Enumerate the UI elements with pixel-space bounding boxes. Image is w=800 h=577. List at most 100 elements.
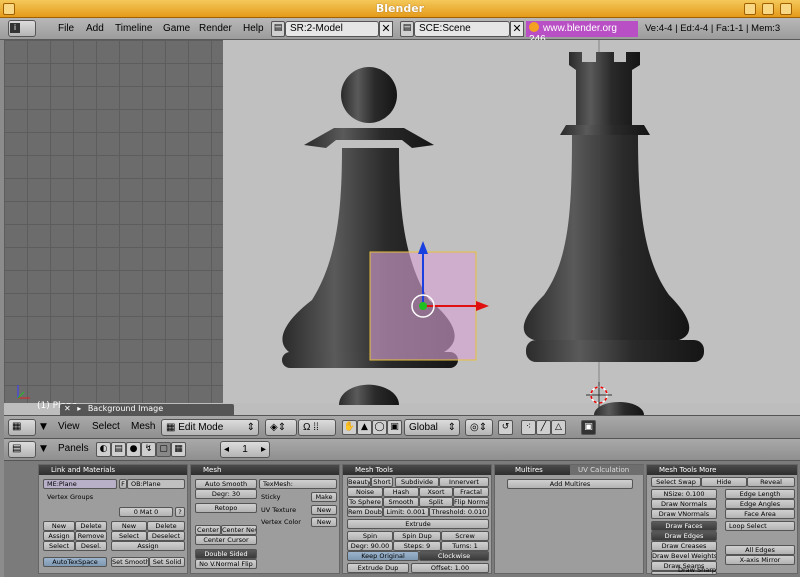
face-select-icon[interactable]: △ [551, 420, 566, 435]
panel-header[interactable]: Mesh [191, 465, 339, 475]
layer-dropdown[interactable]: ◎⇕ [465, 419, 493, 436]
background-image-tab[interactable]: ✕ ▸ Background Image [60, 404, 234, 415]
menu-mesh[interactable]: Mesh [131, 421, 155, 432]
pivot-dropdown[interactable]: Ω ⁞⁞ [298, 419, 336, 436]
orientation-dropdown[interactable]: Global ⇕ [404, 419, 460, 436]
object-name-field[interactable]: OB:Plane [127, 479, 185, 489]
material-new-button[interactable]: New [111, 521, 147, 531]
panel-header[interactable]: Mesh Tools [343, 465, 491, 475]
vertex-select-icon[interactable]: ⁖ [521, 420, 536, 435]
scale-manipulator-icon[interactable]: ▣ [387, 420, 402, 435]
close-icon[interactable]: ✕ [64, 404, 71, 413]
vgroup-assign-button[interactable]: Assign [43, 531, 75, 541]
material-select-button[interactable]: Select [111, 531, 147, 541]
collapse-triangle-icon[interactable]: ▼ [40, 422, 47, 432]
all-edges-toggle[interactable]: All Edges [725, 545, 795, 555]
add-multires-button[interactable]: Add Multires [507, 479, 633, 489]
hand-manipulator-icon[interactable]: ✋ [342, 420, 357, 435]
menu-render[interactable]: Render [199, 23, 232, 34]
mesh-name-field[interactable]: ME:Plane [43, 479, 117, 489]
reveal-button[interactable]: Reveal [747, 477, 795, 487]
material-index-field[interactable]: 0 Mat 0 [119, 507, 173, 517]
menu-add[interactable]: Add [86, 23, 104, 34]
logic-context-icon[interactable]: ◐ [96, 442, 111, 457]
material-help-button[interactable]: ? [175, 507, 185, 517]
material-assign-button[interactable]: Assign [111, 541, 185, 551]
hide-button[interactable]: Hide [701, 477, 747, 487]
loop-select-dropdown[interactable]: Loop Select [725, 521, 795, 531]
menu-view[interactable]: View [58, 421, 80, 432]
draw-bevel-weights-toggle[interactable]: Draw Bevel Weights [651, 551, 717, 561]
autotexspace-toggle[interactable]: AutoTexSpace [43, 557, 107, 567]
draw-normals-toggle[interactable]: Draw Normals [651, 499, 717, 509]
set-solid-button[interactable]: Set Solid [149, 557, 185, 567]
screen-delete-icon[interactable]: ✕ [379, 21, 393, 37]
maximize-button[interactable] [762, 3, 774, 15]
split-button[interactable]: Split [419, 497, 453, 507]
3d-viewport[interactable]: (1) Plane ✕ ▸ Background Image [4, 40, 800, 415]
offset-field[interactable]: Offset: 1.00 [411, 563, 489, 573]
edge-angles-toggle[interactable]: Edge Angles [725, 499, 795, 509]
double-sided-toggle[interactable]: Double Sided [195, 549, 257, 559]
menu-select[interactable]: Select [92, 421, 120, 432]
scene-context-icon[interactable]: ▦ [171, 442, 186, 457]
fractal-button[interactable]: Fractal [453, 487, 489, 497]
scene-delete-icon[interactable]: ✕ [510, 21, 524, 37]
screw-button[interactable]: Screw [441, 531, 489, 541]
render-icon[interactable]: ▣ [581, 420, 596, 435]
arrow-left-icon[interactable]: ◂ [224, 444, 229, 455]
spin-degr-field[interactable]: Degr: 90.00 [347, 541, 393, 551]
center-new-button[interactable]: Center New [221, 525, 257, 535]
short-toggle[interactable]: Short [371, 477, 393, 487]
shading-context-icon[interactable]: ● [126, 442, 141, 457]
script-context-icon[interactable]: ▤ [111, 442, 126, 457]
close-window-button[interactable] [780, 3, 792, 15]
vgroup-select-button[interactable]: Select [43, 541, 75, 551]
vgroup-remove-button[interactable]: Remove [75, 531, 107, 541]
collapse-triangle-icon[interactable]: ▼ [40, 444, 47, 454]
spin-dup-button[interactable]: Spin Dup [393, 531, 441, 541]
rotate-manipulator-icon[interactable]: ◯ [372, 420, 387, 435]
screen-field[interactable]: SR:2-Model [285, 21, 379, 37]
proportional-edit-icon[interactable]: ↺ [498, 420, 513, 435]
fake-user-button[interactable]: F [119, 479, 127, 489]
scene-browse-icon[interactable]: ▤ [400, 21, 414, 37]
material-delete-button[interactable]: Delete [147, 521, 185, 531]
texmesh-field[interactable]: TexMesh: [259, 479, 337, 489]
no-vnormal-flip-toggle[interactable]: No V.Normal Flip [195, 559, 257, 569]
extrude-dup-button[interactable]: Extrude Dup [347, 563, 409, 573]
buttons-editor-type-button[interactable]: ▤ [8, 441, 36, 458]
editing-context-icon[interactable]: ▢ [156, 442, 171, 457]
vgroup-new-button[interactable]: New [43, 521, 75, 531]
auto-smooth-toggle[interactable]: Auto Smooth [195, 479, 257, 489]
to-sphere-button[interactable]: To Sphere [347, 497, 383, 507]
turns-field[interactable]: Turns: 1 [441, 541, 489, 551]
select-swap-button[interactable]: Select Swap [651, 477, 701, 487]
panel-header[interactable]: Link and Materials [39, 465, 187, 475]
beauty-toggle[interactable]: Beauty [347, 477, 371, 487]
blender-url-banner[interactable]: www.blender.org 246 [526, 21, 638, 45]
center-cursor-button[interactable]: Center Cursor [195, 535, 257, 545]
noise-button[interactable]: Noise [347, 487, 383, 497]
triangle-right-icon[interactable]: ▸ [77, 404, 81, 413]
edge-select-icon[interactable]: ╱ [536, 420, 551, 435]
sticky-make-button[interactable]: Make [311, 492, 337, 502]
auto-smooth-degr-field[interactable]: Degr: 30 [195, 489, 257, 499]
uv-texture-new-button[interactable]: New [311, 505, 337, 515]
panel-header[interactable]: Mesh Tools More [647, 465, 797, 475]
nsize-field[interactable]: NSize: 0.100 [651, 489, 717, 499]
menu-timeline[interactable]: Timeline [115, 23, 152, 34]
info-editor-type-button[interactable]: i [8, 20, 36, 37]
steps-field[interactable]: Steps: 9 [393, 541, 441, 551]
draw-creases-toggle[interactable]: Draw Creases [651, 541, 717, 551]
extrude-button[interactable]: Extrude [347, 519, 489, 529]
draw-vnormals-toggle[interactable]: Draw VNormals [651, 509, 717, 519]
keep-original-toggle[interactable]: Keep Original [347, 551, 419, 561]
menu-file[interactable]: File [58, 23, 74, 34]
flip-normal-button[interactable]: Flip Normal [453, 497, 489, 507]
menu-help[interactable]: Help [243, 23, 264, 34]
draw-faces-toggle[interactable]: Draw Faces [651, 521, 717, 531]
editor-type-button[interactable]: ▦ [8, 419, 36, 436]
face-area-toggle[interactable]: Face Area [725, 509, 795, 519]
material-deselect-button[interactable]: Deselect [147, 531, 185, 541]
